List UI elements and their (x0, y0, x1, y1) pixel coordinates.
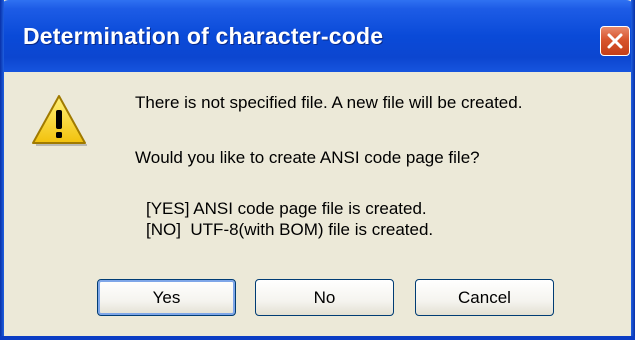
close-button[interactable] (600, 26, 630, 56)
close-icon (607, 33, 623, 49)
warning-icon (32, 95, 87, 146)
message-line-4: [NO] UTF-8(with BOM) file is created. (146, 220, 434, 239)
message-line-2: Would you like to create ANSI code page … (135, 148, 480, 167)
window-frame-bottom (0, 336, 635, 340)
yes-button[interactable]: Yes (97, 279, 236, 316)
message-line-3: [YES] ANSI code page file is created. (146, 199, 427, 218)
window-frame-right (631, 0, 635, 340)
message-line-1: There is not specified file. A new file … (135, 93, 523, 112)
cancel-button[interactable]: Cancel (415, 279, 554, 316)
window-frame-left (0, 0, 4, 340)
dialog-window: Determination of character-code There is… (0, 0, 635, 340)
title-bar[interactable]: Determination of character-code (0, 0, 635, 72)
no-button[interactable]: No (255, 279, 394, 316)
window-title: Determination of character-code (23, 23, 384, 49)
